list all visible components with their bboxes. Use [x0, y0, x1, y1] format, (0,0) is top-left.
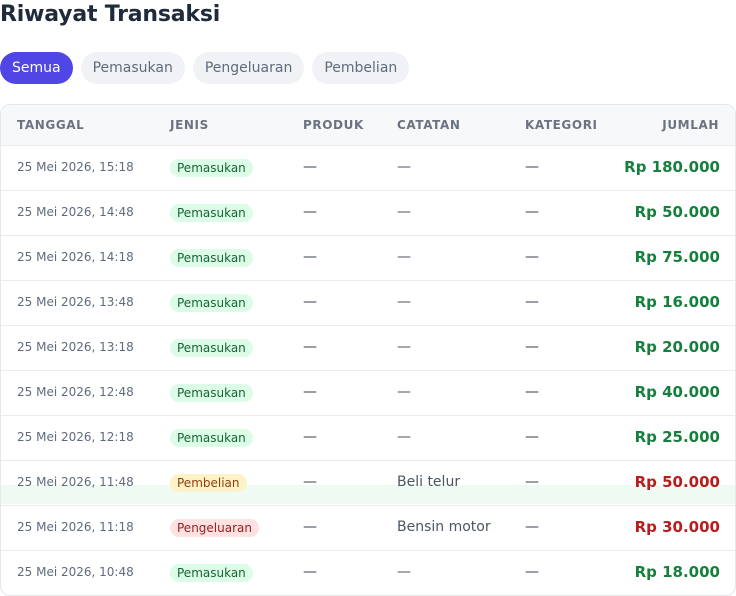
type-badge: Pemasukan — [170, 159, 253, 177]
cell-product: — — [303, 249, 317, 265]
cell-note: — — [397, 564, 411, 580]
cell-type: Pemasukan — [170, 247, 253, 267]
header-type[interactable]: JENIS — [170, 105, 209, 145]
table-header: TANGGAL JENIS PRODUK CATATAN KATEGORI JU… — [1, 105, 735, 146]
cell-date: 25 Mei 2026, 11:18 — [17, 520, 134, 534]
cell-product: — — [303, 384, 317, 400]
cell-product: — — [303, 294, 317, 310]
cell-category: — — [525, 159, 539, 175]
header-product[interactable]: PRODUK — [303, 105, 364, 145]
cell-category: — — [525, 564, 539, 580]
header-category[interactable]: KATEGORI — [525, 105, 598, 145]
cell-note: Beli telur — [397, 474, 461, 490]
cell-product: — — [303, 564, 317, 580]
cell-product: — — [303, 159, 317, 175]
cell-type: Pembelian — [170, 472, 247, 492]
type-badge: Pembelian — [170, 474, 247, 492]
cell-product: — — [303, 429, 317, 445]
page-title: Riwayat Transaksi — [0, 2, 221, 27]
tab-semua[interactable]: Semua — [0, 52, 73, 84]
cell-date: 25 Mei 2026, 15:18 — [17, 160, 134, 174]
table-row[interactable]: 25 Mei 2026, 12:18 Pemasukan — — — Rp 25.000 — [1, 415, 735, 461]
type-badge: Pemasukan — [170, 204, 253, 222]
table-row[interactable]: 25 Mei 2026, 10:48 Pemasukan — — — Rp 18.000 — [1, 550, 735, 595]
cell-date: 25 Mei 2026, 14:48 — [17, 205, 134, 219]
table-row[interactable]: 25 Mei 2026, 14:18 Pemasukan — — — Rp 75.000 — [1, 235, 735, 281]
cell-product: — — [303, 519, 317, 535]
cell-type: Pemasukan — [170, 292, 253, 312]
cell-date: 25 Mei 2026, 10:48 — [17, 565, 134, 579]
table-row[interactable]: 25 Mei 2026, 12:48 Pemasukan — — — Rp 40.000 — [1, 370, 735, 416]
cell-date: 25 Mei 2026, 12:48 — [17, 385, 134, 399]
table-row[interactable]: 25 Mei 2026, 14:48 Pemasukan — — — Rp 50.000 — [1, 190, 735, 236]
cell-date: 25 Mei 2026, 14:18 — [17, 250, 134, 264]
type-badge: Pemasukan — [170, 249, 253, 267]
tab-pembelian[interactable]: Pembelian — [312, 52, 410, 84]
cell-type: Pemasukan — [170, 562, 253, 582]
cell-type: Pemasukan — [170, 337, 253, 357]
header-note[interactable]: CATATAN — [397, 105, 461, 145]
cell-amount: Rp 25.000 — [634, 428, 720, 446]
transactions-table: TANGGAL JENIS PRODUK CATATAN KATEGORI JU… — [0, 104, 736, 596]
header-amount[interactable]: JUMLAH — [662, 105, 719, 145]
cell-note: Bensin motor — [397, 519, 491, 535]
cell-amount: Rp 50.000 — [634, 203, 720, 221]
cell-type: Pemasukan — [170, 157, 253, 177]
cell-note: — — [397, 429, 411, 445]
cell-amount: Rp 75.000 — [634, 248, 720, 266]
cell-note: — — [397, 204, 411, 220]
table-row[interactable]: 25 Mei 2026, 11:18 Pengeluaran — Bensin mot… — [1, 505, 735, 551]
cell-amount: Rp 16.000 — [634, 293, 720, 311]
cell-category: — — [525, 294, 539, 310]
type-badge: Pemasukan — [170, 384, 253, 402]
type-badge: Pemasukan — [170, 339, 253, 357]
cell-category: — — [525, 339, 539, 355]
type-badge: Pengeluaran — [170, 519, 259, 537]
cell-note: — — [397, 294, 411, 310]
cell-category: — — [525, 204, 539, 220]
table-row[interactable]: 25 Mei 2026, 11:48 Pembelian — Beli telur — R… — [1, 460, 735, 506]
cell-amount: Rp 40.000 — [634, 383, 720, 401]
cell-note: — — [397, 159, 411, 175]
cell-amount: Rp 20.000 — [634, 338, 720, 356]
cell-amount: Rp 180.000 — [624, 158, 720, 176]
cell-product: — — [303, 474, 317, 490]
table-row[interactable]: 25 Mei 2026, 13:48 Pemasukan — — — Rp 16.000 — [1, 280, 735, 326]
cell-category: — — [525, 429, 539, 445]
filter-tabs: Semua Pemasukan Pengeluaran Pembelian — [0, 52, 410, 84]
cell-type: Pemasukan — [170, 382, 253, 402]
cell-category: — — [525, 474, 539, 490]
cell-note: — — [397, 249, 411, 265]
cell-amount: Rp 18.000 — [634, 563, 720, 581]
cell-type: Pengeluaran — [170, 517, 259, 537]
header-date[interactable]: TANGGAL — [17, 105, 84, 145]
table-row[interactable]: 25 Mei 2026, 15:18 Pemasukan — — — Rp 180.000 — [1, 145, 735, 191]
cell-product: — — [303, 339, 317, 355]
cell-date: 25 Mei 2026, 12:18 — [17, 430, 134, 444]
table-row[interactable]: 25 Mei 2026, 13:18 Pemasukan — — — Rp 20.000 — [1, 325, 735, 371]
cell-type: Pemasukan — [170, 202, 253, 222]
cell-amount: Rp 30.000 — [634, 518, 720, 536]
cell-date: 25 Mei 2026, 11:48 — [17, 475, 134, 489]
cell-note: — — [397, 339, 411, 355]
type-badge: Pemasukan — [170, 564, 253, 582]
cell-date: 25 Mei 2026, 13:48 — [17, 295, 134, 309]
cell-category: — — [525, 384, 539, 400]
cell-note: — — [397, 384, 411, 400]
cell-product: — — [303, 204, 317, 220]
cell-amount: Rp 50.000 — [634, 473, 720, 491]
cell-category: — — [525, 519, 539, 535]
tab-pengeluaran[interactable]: Pengeluaran — [192, 52, 305, 84]
cell-category: — — [525, 249, 539, 265]
cell-date: 25 Mei 2026, 13:18 — [17, 340, 134, 354]
cell-type: Pemasukan — [170, 427, 253, 447]
tab-pemasukan[interactable]: Pemasukan — [80, 52, 185, 84]
type-badge: Pemasukan — [170, 429, 253, 447]
type-badge: Pemasukan — [170, 294, 253, 312]
